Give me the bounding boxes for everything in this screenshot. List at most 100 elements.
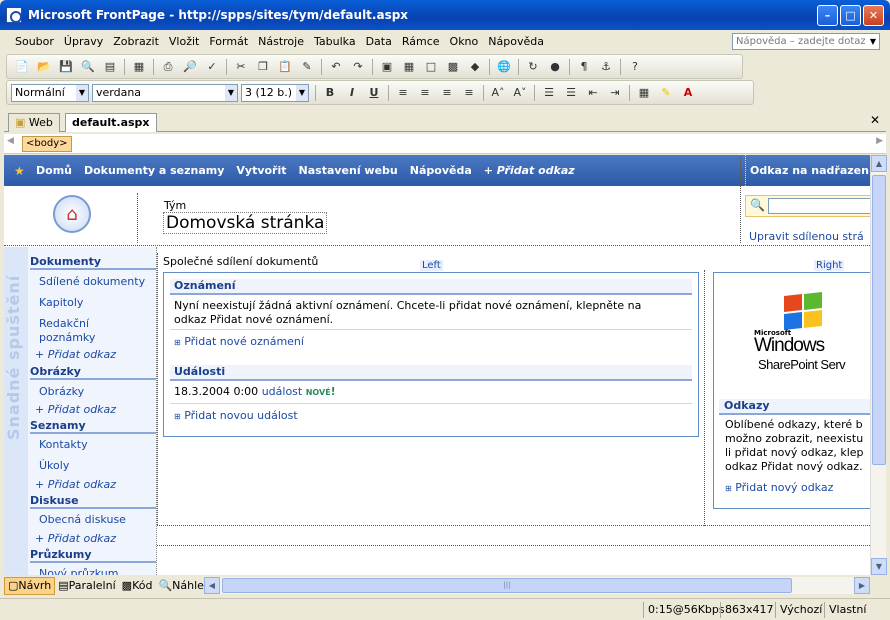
- italic-icon[interactable]: I: [342, 84, 362, 102]
- format-painter-icon[interactable]: ✎: [297, 58, 317, 76]
- nav-create[interactable]: Vytvořit: [236, 164, 286, 177]
- increase-font-icon[interactable]: A˄: [488, 84, 508, 102]
- default-mode[interactable]: Výchozí: [775, 602, 822, 618]
- body-tag[interactable]: <body>: [22, 136, 72, 152]
- ql-item-shared-docs[interactable]: Sdílené dokumenty: [39, 275, 157, 288]
- open-folder-icon[interactable]: 📂: [34, 58, 54, 76]
- font-select[interactable]: verdana ▼: [92, 83, 238, 102]
- insert-layer-icon[interactable]: □: [421, 58, 441, 76]
- menu-zobrazit[interactable]: Zobrazit: [108, 33, 164, 50]
- anchor-icon[interactable]: ⚓: [596, 58, 616, 76]
- left-web-part-zone[interactable]: Oznámení Nyní neexistují žádná aktivní o…: [163, 272, 699, 437]
- ql-section-pictures[interactable]: Obrázky: [30, 365, 156, 380]
- edit-shared-page-link[interactable]: Upravit sdílenou strá: [745, 230, 870, 243]
- search-icon[interactable]: 🔍: [750, 198, 766, 214]
- borders-icon[interactable]: ▦: [634, 84, 654, 102]
- menu-napoveda[interactable]: Nápověda: [483, 33, 549, 50]
- menu-tabulka[interactable]: Tabulka: [309, 33, 361, 50]
- ql-item-pictures[interactable]: Obrázky: [39, 385, 157, 398]
- chevron-down-icon[interactable]: ▼: [296, 84, 308, 101]
- publish-icon[interactable]: ▤: [100, 58, 120, 76]
- nav-add-link[interactable]: + Přidat odkaz: [484, 164, 575, 177]
- print-icon[interactable]: ⎙: [158, 58, 178, 76]
- menu-soubor[interactable]: Soubor: [10, 33, 59, 50]
- font-size-select[interactable]: 3 (12 b.) ▼: [241, 83, 309, 102]
- home-icon[interactable]: ⌂: [53, 195, 91, 233]
- spelling-icon[interactable]: ✓: [202, 58, 222, 76]
- increase-indent-icon[interactable]: ⇥: [605, 84, 625, 102]
- web-component-icon[interactable]: ▣: [377, 58, 397, 76]
- menu-nastroje[interactable]: Nástroje: [253, 33, 309, 50]
- justify-icon[interactable]: ≡: [459, 84, 479, 102]
- search-icon[interactable]: 🔍: [78, 58, 98, 76]
- page-size[interactable]: 863x417: [720, 602, 774, 618]
- frontpage-app-icon[interactable]: [6, 7, 22, 23]
- tab-default-aspx[interactable]: default.aspx: [65, 113, 157, 132]
- ql-item-editor-notes[interactable]: Redakční poznámky: [39, 317, 119, 345]
- design-view[interactable]: ★ Domů Dokumenty a seznamy Vytvořit Nast…: [4, 155, 870, 575]
- tab-web[interactable]: ▣ Web: [8, 113, 60, 132]
- redo-icon[interactable]: ↷: [348, 58, 368, 76]
- font-color-icon[interactable]: A: [678, 84, 698, 102]
- menu-data[interactable]: Data: [361, 33, 397, 50]
- close-button[interactable]: ✕: [863, 5, 884, 26]
- stop-icon[interactable]: ●: [545, 58, 565, 76]
- cut-icon[interactable]: ✂: [231, 58, 251, 76]
- help-icon[interactable]: ?: [625, 58, 645, 76]
- hyperlink-icon[interactable]: 🌐: [494, 58, 514, 76]
- menu-ramce[interactable]: Rámce: [397, 33, 445, 50]
- custom-mode[interactable]: Vlastní: [824, 602, 866, 618]
- insert-picture-icon[interactable]: ▩: [443, 58, 463, 76]
- minimize-button[interactable]: –: [817, 5, 838, 26]
- scroll-down-icon[interactable]: ▼: [871, 558, 887, 575]
- site-search[interactable]: 🔍: [745, 195, 870, 217]
- right-web-part-zone[interactable]: Microsoft Windows SharePoint Serv Odkazy…: [713, 272, 870, 509]
- ql-item-chapters[interactable]: Kapitoly: [39, 296, 157, 309]
- chevron-right-icon[interactable]: ▶: [876, 136, 883, 146]
- refresh-icon[interactable]: ↻: [523, 58, 543, 76]
- add-announcement-link[interactable]: ⊞ Přidat nové oznámení: [174, 335, 304, 348]
- undo-icon[interactable]: ↶: [326, 58, 346, 76]
- nav-upper-link[interactable]: Odkaz na nadřazen: [745, 155, 870, 186]
- view-design-button[interactable]: ▢ Návrh: [4, 576, 56, 595]
- ql-item-tasks[interactable]: Úkoly: [39, 459, 157, 472]
- highlight-icon[interactable]: ✎: [656, 84, 676, 102]
- ql-add-link[interactable]: + Přidat odkaz: [35, 478, 116, 491]
- scroll-thumb[interactable]: [872, 175, 886, 465]
- event-link[interactable]: událost: [262, 385, 303, 398]
- align-right-icon[interactable]: ≡: [437, 84, 457, 102]
- close-icon[interactable]: ✕: [870, 113, 880, 127]
- view-split-button[interactable]: ▤ Paralelní: [55, 577, 118, 595]
- add-event-link[interactable]: ⊞ Přidat novou událost: [174, 409, 298, 422]
- align-left-icon[interactable]: ≡: [393, 84, 413, 102]
- chevron-left-icon[interactable]: ◀: [7, 136, 14, 146]
- scroll-up-icon[interactable]: ▲: [871, 155, 887, 172]
- add-link-link[interactable]: ⊞ Přidat nový odkaz: [725, 481, 833, 494]
- preview-icon[interactable]: 🔎: [180, 58, 200, 76]
- nav-help[interactable]: Nápověda: [410, 164, 472, 177]
- ql-add-link[interactable]: + Přidat odkaz: [35, 403, 116, 416]
- numbered-list-icon[interactable]: ☰: [539, 84, 559, 102]
- search-input[interactable]: [768, 198, 870, 214]
- insert-table-icon[interactable]: ▦: [399, 58, 419, 76]
- maximize-button[interactable]: □: [840, 5, 861, 26]
- copy-icon[interactable]: ❐: [253, 58, 273, 76]
- nav-docs-lists[interactable]: Dokumenty a seznamy: [84, 164, 224, 177]
- scroll-right-icon[interactable]: ▶: [854, 577, 870, 594]
- ql-item-new-survey[interactable]: Nový průzkum: [39, 567, 157, 575]
- paste-icon[interactable]: 📋: [275, 58, 295, 76]
- toggle-pane-icon[interactable]: ▦: [129, 58, 149, 76]
- decrease-indent-icon[interactable]: ⇤: [583, 84, 603, 102]
- ql-section-documents[interactable]: Dokumenty: [30, 255, 156, 270]
- links-title[interactable]: Odkazy: [719, 399, 870, 415]
- ql-add-link[interactable]: + Přidat odkaz: [35, 348, 116, 361]
- horizontal-scrollbar[interactable]: ◀ ||| ▶: [204, 577, 870, 594]
- vertical-scrollbar[interactable]: ▲ ▼: [870, 155, 887, 575]
- view-code-button[interactable]: ▩ Kód: [119, 577, 156, 595]
- hscroll-thumb[interactable]: |||: [222, 578, 792, 593]
- drawing-icon[interactable]: ◆: [465, 58, 485, 76]
- underline-icon[interactable]: U: [364, 84, 384, 102]
- ql-section-lists[interactable]: Seznamy: [30, 419, 156, 434]
- new-page-icon[interactable]: 📄: [12, 58, 32, 76]
- bold-icon[interactable]: B: [320, 84, 340, 102]
